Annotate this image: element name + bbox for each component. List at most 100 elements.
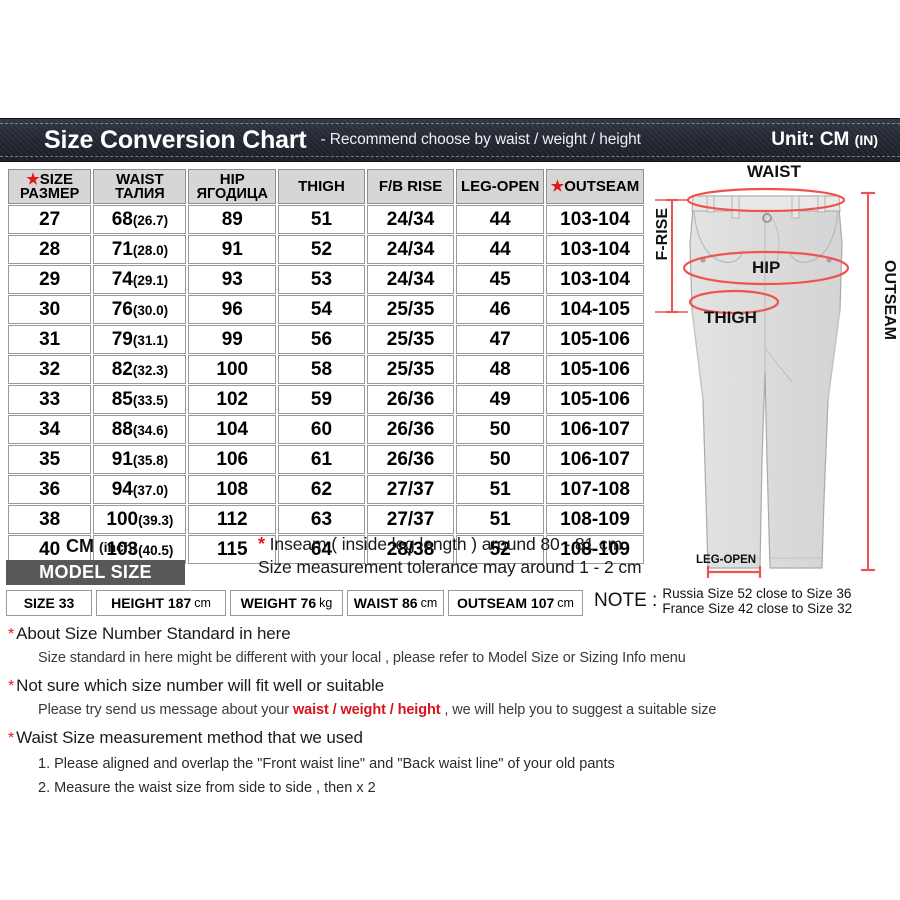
cell-outseam: 108-109 bbox=[546, 505, 644, 534]
cell-leg-open: 44 bbox=[456, 235, 545, 264]
belt-loop-left bbox=[706, 195, 715, 213]
model-size-band-label: MODEL SIZE bbox=[39, 562, 152, 582]
col-header-hip-line1: HIP bbox=[219, 170, 245, 188]
cell-fb-rise: 24/34 bbox=[366, 265, 455, 294]
cell-fb-rise: 24/34 bbox=[366, 235, 455, 264]
cell-fb-rise: 27/37 bbox=[366, 475, 455, 504]
unit-caption-small: (inch) bbox=[99, 539, 138, 555]
cell-thigh: 51 bbox=[278, 205, 365, 234]
cell-outseam: 106-107 bbox=[546, 445, 644, 474]
cell-size: 27 bbox=[8, 205, 92, 234]
cell-waist-inch: (39.3) bbox=[138, 512, 174, 528]
cell-size: 29 bbox=[8, 265, 92, 294]
table-row: 34 88(34.6) 104 60 26/36 50 106-107 bbox=[8, 415, 644, 444]
cell-waist-inch: (34.6) bbox=[132, 422, 169, 438]
model-size-band: MODEL SIZE bbox=[6, 560, 185, 585]
cell-leg-open: 50 bbox=[456, 415, 545, 444]
unit-label: Unit: CM (IN) bbox=[771, 129, 878, 151]
footer-sub-2-highlight: waist / weight / height bbox=[292, 702, 441, 718]
stitch-line-top bbox=[0, 123, 900, 124]
unit-label-main: Unit: CM bbox=[771, 129, 855, 150]
belt-loop-left-inner bbox=[731, 195, 740, 219]
cell-thigh: 53 bbox=[278, 265, 365, 294]
cell-hip: 112 bbox=[188, 505, 277, 534]
cell-thigh: 54 bbox=[278, 295, 365, 324]
tolerance-note: Size measurement tolerance may around 1 … bbox=[258, 557, 642, 577]
inseam-note-line1: * Inseam ( inside leg length ) around 80… bbox=[258, 534, 642, 555]
cell-waist: 91(35.8) bbox=[93, 445, 187, 474]
cell-waist: 88(34.6) bbox=[93, 415, 187, 444]
cell-waist-inch: (31.1) bbox=[132, 332, 169, 348]
page-subtitle: - Recommend choose by waist / weight / h… bbox=[320, 131, 641, 148]
cell-leg-open: 50 bbox=[456, 445, 545, 474]
cell-hip: 108 bbox=[188, 475, 277, 504]
footer-sub-1: Size standard in here might be different… bbox=[38, 650, 686, 666]
cell-waist: 85(33.5) bbox=[93, 385, 187, 414]
cell-thigh: 58 bbox=[278, 355, 365, 384]
cell-size: 38 bbox=[8, 505, 92, 534]
table-body: 27 68(26.7) 89 51 24/34 44 103-104 28 71(28.0) 91… bbox=[8, 205, 644, 564]
cell-outseam: 104-105 bbox=[546, 295, 644, 324]
model-box-size: SIZE 33 bbox=[6, 590, 92, 616]
col-header-size-line2: РАЗМЕР bbox=[19, 185, 80, 202]
cell-fb-rise: 25/35 bbox=[366, 295, 455, 324]
stitch-line-bottom bbox=[0, 156, 900, 157]
cell-thigh: 59 bbox=[278, 385, 365, 414]
model-box-waist-unit: cm bbox=[420, 596, 438, 610]
inseam-note-block: * Inseam ( inside leg length ) around 80… bbox=[258, 534, 642, 578]
cell-outseam: 103-104 bbox=[546, 265, 644, 294]
cell-hip: 100 bbox=[188, 355, 277, 384]
cell-size: 34 bbox=[8, 415, 92, 444]
star-icon: ★ bbox=[26, 170, 40, 188]
table-row: 35 91(35.8) 106 61 26/36 50 106-107 bbox=[8, 445, 644, 474]
col-header-size: ★SIZE РАЗМЕР bbox=[8, 169, 92, 204]
table-header-row: ★SIZE РАЗМЕР WAIST ТАЛИЯ HIP ЯГОДИЦА THI… bbox=[8, 169, 644, 204]
col-header-waist-line2: ТАЛИЯ bbox=[115, 185, 165, 202]
cell-leg-open: 51 bbox=[456, 475, 545, 504]
footer-heading-2: * Not sure which size number will fit wel… bbox=[8, 676, 898, 696]
cell-hip: 96 bbox=[188, 295, 277, 324]
footer-sub-2: Please try send us message about your wa… bbox=[38, 702, 898, 718]
unit-caption-main: CM bbox=[66, 536, 99, 556]
cell-leg-open: 46 bbox=[456, 295, 545, 324]
belt-loop-right-inner bbox=[791, 195, 800, 219]
cell-thigh: 63 bbox=[278, 505, 365, 534]
col-header-waist: WAIST ТАЛИЯ bbox=[93, 169, 187, 204]
cell-waist: 79(31.1) bbox=[93, 325, 187, 354]
cell-waist-inch: (35.8) bbox=[132, 452, 169, 468]
unit-caption: CM (inch) bbox=[66, 536, 137, 557]
cell-hip: 99 bbox=[188, 325, 277, 354]
cell-outseam: 105-106 bbox=[546, 355, 644, 384]
table-row: 29 74(29.1) 93 53 24/34 45 103-104 bbox=[8, 265, 644, 294]
model-size-box-list: SIZE 33 HEIGHT 187 cm WEIGHT 76 kg WAIST 8… bbox=[6, 590, 583, 616]
cell-fb-rise: 25/35 bbox=[366, 355, 455, 384]
footer-sub-2-post: , we will help you to suggest a suitable… bbox=[440, 702, 717, 718]
cell-thigh: 56 bbox=[278, 325, 365, 354]
cell-hip: 91 bbox=[188, 235, 277, 264]
table-row: 36 94(37.0) 108 62 27/37 51 107-108 bbox=[8, 475, 644, 504]
cell-leg-open: 49 bbox=[456, 385, 545, 414]
cell-size: 28 bbox=[8, 235, 92, 264]
footer-step-1: 1. Please aligned and overlap the "Front… bbox=[38, 756, 615, 772]
belt-loop-right bbox=[817, 195, 826, 213]
cell-fb-rise: 25/35 bbox=[366, 325, 455, 354]
footer-step-2: 2. Measure the waist size from side to s… bbox=[38, 780, 376, 796]
pants-diagram: WAIST HIP THIGH F-RISE OUTSEAM LEG-OPEN bbox=[652, 160, 900, 610]
cell-fb-rise: 24/34 bbox=[366, 205, 455, 234]
model-box-outseam-label: OUTSEAM 107 bbox=[457, 595, 555, 611]
star-icon: * bbox=[8, 730, 15, 747]
cell-thigh: 61 bbox=[278, 445, 365, 474]
cell-waist-inch: (32.3) bbox=[132, 362, 169, 378]
cell-waist: 94(37.0) bbox=[93, 475, 187, 504]
col-header-thigh: THIGH bbox=[278, 169, 365, 204]
table-row: 38 100(39.3) 112 63 27/37 51 108-109 bbox=[8, 505, 644, 534]
footer-notes: * About Size Number Standard in here Size… bbox=[8, 624, 898, 796]
table-row: 33 85(33.5) 102 59 26/36 49 105-106 bbox=[8, 385, 644, 414]
model-box-waist-label: WAIST 86 bbox=[353, 595, 418, 611]
col-header-outseam: ★OUTSEAM bbox=[546, 169, 644, 204]
footer-heading-2-text: Not sure which size number will fit well… bbox=[16, 676, 385, 695]
col-header-waist-line1: WAIST bbox=[116, 170, 164, 188]
pants-illustration-svg bbox=[655, 187, 875, 578]
cell-fb-rise: 26/36 bbox=[366, 445, 455, 474]
model-box-waist: WAIST 86 cm bbox=[347, 590, 444, 616]
